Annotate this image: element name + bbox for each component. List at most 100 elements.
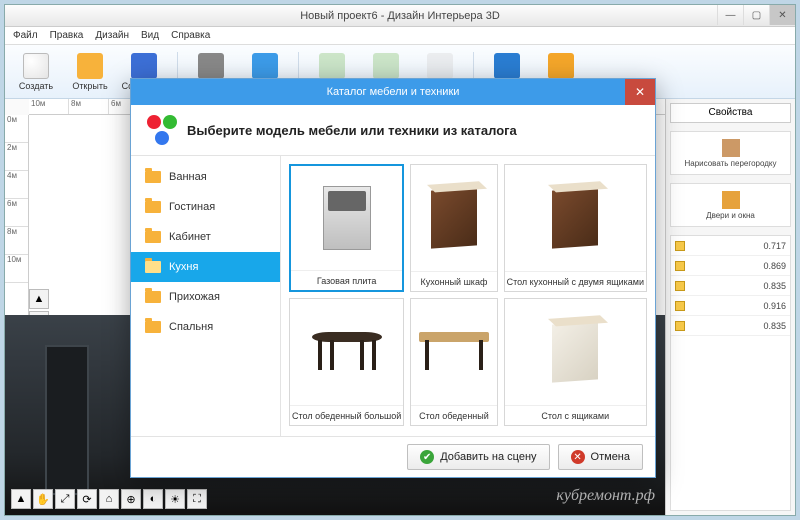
doors-windows-card[interactable]: Двери и окна: [670, 183, 791, 227]
folder-icon: [145, 171, 161, 183]
door-icon: [722, 191, 740, 209]
dialog-title: Каталог мебели и техники: [327, 86, 460, 98]
menu-view[interactable]: Вид: [141, 30, 159, 41]
menu-edit[interactable]: Правка: [50, 30, 84, 41]
category-гостиная[interactable]: Гостиная: [131, 192, 280, 222]
furniture-card[interactable]: Кухонный шкаф: [410, 164, 497, 292]
titlebar: Новый проект6 - Дизайн Интерьера 3D — ▢ …: [5, 5, 795, 27]
catalog-dialog: Каталог мебели и техники ✕ Выберите моде…: [130, 78, 656, 478]
open-label: Открыть: [72, 81, 107, 91]
property-value: 0.835: [763, 281, 786, 291]
preview-tool-5[interactable]: ⊕: [121, 489, 141, 509]
ruler-tick: 0м: [5, 115, 28, 143]
window-minimize-button[interactable]: —: [717, 5, 743, 25]
furniture-thumb: [505, 165, 646, 271]
dialog-body: Ванная Гостиная Кабинет Кухня Прихожая Спальн…: [131, 155, 655, 437]
ruler-tick: 4м: [5, 171, 28, 199]
furniture-caption: Газовая плита: [291, 270, 402, 290]
wall-icon: [722, 139, 740, 157]
ruler-tick: 2м: [5, 143, 28, 171]
view-icon: [252, 53, 278, 79]
draw-wall-label: Нарисовать перегородку: [684, 159, 776, 168]
preview-tool-8[interactable]: ⛶: [187, 489, 207, 509]
furniture-thumb: [411, 299, 496, 405]
furniture-caption: Стол кухонный с двумя ящиками: [505, 271, 646, 291]
furniture-caption: Стол обеденный: [411, 405, 496, 425]
item-grid: Газовая плита Кухонный шкаф Стол кухонный …: [281, 156, 655, 436]
furniture-card[interactable]: Стол кухонный с двумя ящиками: [504, 164, 647, 292]
properties-tab[interactable]: Свойства: [670, 103, 791, 123]
furniture-thumb: [411, 165, 496, 271]
color-swatch-icon: [675, 321, 685, 331]
menu-help[interactable]: Справка: [171, 30, 210, 41]
preview-tool-0[interactable]: ▲: [11, 489, 31, 509]
property-value: 0.869: [763, 261, 786, 271]
category-кухня[interactable]: Кухня: [131, 252, 280, 282]
category-кабинет[interactable]: Кабинет: [131, 222, 280, 252]
property-value: 0.916: [763, 301, 786, 311]
property-value: 0.717: [763, 241, 786, 251]
open-icon: [77, 53, 103, 79]
furniture-thumb: [290, 299, 403, 405]
window-close-button[interactable]: ✕: [769, 5, 795, 25]
add-to-scene-button[interactable]: ✔ Добавить на сцену: [407, 444, 549, 470]
help-icon: [494, 53, 520, 79]
category-прихожая[interactable]: Прихожая: [131, 282, 280, 312]
door-3d-model: [45, 345, 89, 495]
preview-tool-4[interactable]: ⌂: [99, 489, 119, 509]
watermark: кубремонт.рф: [556, 487, 655, 505]
category-ванная[interactable]: Ванная: [131, 162, 280, 192]
buy-icon: [548, 53, 574, 79]
furniture-card[interactable]: Стол обеденный: [410, 298, 497, 426]
dialog-header: Выберите модель мебели или техники из ка…: [131, 105, 655, 155]
property-row[interactable]: 0.835: [671, 276, 790, 296]
open-button[interactable]: Открыть: [65, 53, 115, 91]
print-icon: [198, 53, 224, 79]
preview-tool-3[interactable]: ⟳: [77, 489, 97, 509]
category-label: Спальня: [169, 321, 213, 333]
cancel-icon: ✕: [571, 450, 585, 464]
furniture-card[interactable]: Газовая плита: [289, 164, 404, 292]
color-swatch-icon: [675, 301, 685, 311]
property-row[interactable]: 0.869: [671, 256, 790, 276]
plan-tool-0[interactable]: ▲: [29, 289, 49, 309]
category-label: Прихожая: [169, 291, 220, 303]
furniture-caption: Стол с ящиками: [505, 405, 646, 425]
preview-tool-1[interactable]: ✋: [33, 489, 53, 509]
folder-icon: [145, 321, 161, 333]
undo-icon: [319, 53, 345, 79]
properties-list: 0.717 0.869 0.835 0.916 0.835: [670, 235, 791, 511]
furniture-thumb: [291, 166, 402, 270]
ruler-tick: 8м: [5, 227, 28, 255]
category-label: Кабинет: [169, 231, 211, 243]
window-maximize-button[interactable]: ▢: [743, 5, 769, 25]
preview-tool-7[interactable]: ☀: [165, 489, 185, 509]
category-спальня[interactable]: Спальня: [131, 312, 280, 342]
redo-icon: [373, 53, 399, 79]
furniture-caption: Стол обеденный большой: [290, 405, 403, 425]
category-label: Гостиная: [169, 201, 215, 213]
menubar: Файл Правка Дизайн Вид Справка: [5, 27, 795, 45]
ruler-tick: 6м: [5, 199, 28, 227]
preview-tool-2[interactable]: ⤢: [55, 489, 75, 509]
menu-file[interactable]: Файл: [13, 30, 38, 41]
folder-icon: [145, 291, 161, 303]
property-value: 0.835: [763, 321, 786, 331]
preview-tool-6[interactable]: ◐: [143, 489, 163, 509]
menu-design[interactable]: Дизайн: [95, 30, 129, 41]
dialog-titlebar: Каталог мебели и техники ✕: [131, 79, 655, 105]
check-icon: ✔: [420, 450, 434, 464]
cancel-label: Отмена: [591, 451, 630, 463]
property-row[interactable]: 0.717: [671, 236, 790, 256]
property-row[interactable]: 0.835: [671, 316, 790, 336]
draw-wall-card[interactable]: Нарисовать перегородку: [670, 131, 791, 175]
category-label: Кухня: [169, 261, 198, 273]
property-row[interactable]: 0.916: [671, 296, 790, 316]
furniture-card[interactable]: Стол обеденный большой: [289, 298, 404, 426]
dialog-close-button[interactable]: ✕: [625, 79, 655, 105]
new-button[interactable]: Создать: [11, 53, 61, 91]
preview-toolbar: ▲✋⤢⟳⌂⊕◐☀⛶: [11, 489, 207, 509]
cancel-button[interactable]: ✕ Отмена: [558, 444, 643, 470]
furniture-card[interactable]: Стол с ящиками: [504, 298, 647, 426]
ruler-tick: 8м: [69, 99, 109, 114]
